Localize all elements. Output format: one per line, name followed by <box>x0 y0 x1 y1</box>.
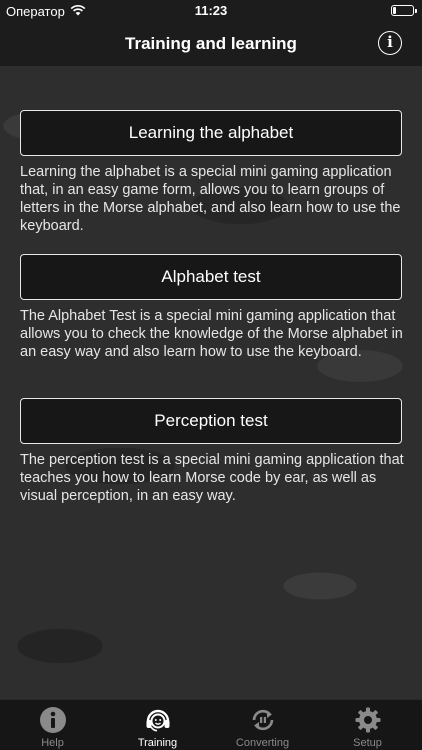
tab-setup[interactable]: Setup <box>315 700 420 750</box>
perception-test-description: The perception test is a special mini ga… <box>20 452 404 504</box>
info-icon[interactable]: i <box>378 31 402 55</box>
clock: 11:23 <box>194 3 228 18</box>
info-icon <box>39 707 66 733</box>
top-bar: Оператор 11:23 Training and learning i <box>0 0 422 66</box>
gear-icon <box>355 707 380 733</box>
learning-alphabet-description: Learning the alphabet is a special mini … <box>20 164 401 234</box>
headset-icon <box>146 709 169 732</box>
tab-help-label: Help <box>41 737 64 749</box>
learning-alphabet-button[interactable]: Learning the alphabet <box>20 110 402 156</box>
status-bar: Оператор 11:23 <box>0 0 422 22</box>
alphabet-test-button[interactable]: Alphabet test <box>20 254 402 300</box>
screen: Оператор 11:23 Training and learning i L… <box>0 0 422 750</box>
convert-icon <box>252 709 273 731</box>
tab-training[interactable]: Training <box>105 700 210 750</box>
tab-converting-label: Converting <box>235 737 290 749</box>
tab-training-label: Training <box>137 737 178 749</box>
alphabet-test-description: The Alphabet Test is a special mini gami… <box>20 308 403 360</box>
nav-bar: Training and learning i <box>0 22 422 66</box>
tab-converting[interactable]: Converting <box>210 700 315 750</box>
tab-setup-label: Setup <box>353 737 382 749</box>
content: Learning the alphabet Learning the alpha… <box>0 66 422 699</box>
tab-bar: Help Training Converting Setup <box>0 699 422 750</box>
tab-help[interactable]: Help <box>0 700 105 750</box>
perception-test-button[interactable]: Perception test <box>20 398 402 444</box>
page-title: Training and learning <box>125 34 297 53</box>
battery-icon <box>391 5 417 16</box>
